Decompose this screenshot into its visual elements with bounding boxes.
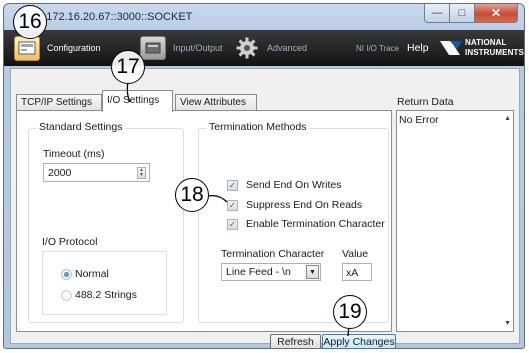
window-title: 0::172.16.20.67::3000::SOCKET [34, 11, 193, 23]
input-output-icon [140, 36, 166, 60]
send-end-label: Send End On Writes [246, 179, 342, 191]
title-bar: 0::172.16.20.67::3000::SOCKET — □ ✕ [4, 4, 524, 30]
suppress-end-checkbox[interactable]: ✓ Suppress End On Reads [227, 199, 362, 211]
callout-18: 18 [175, 178, 209, 212]
termination-value-input[interactable]: xA [342, 263, 372, 281]
app-window: 0::172.16.20.67::3000::SOCKET — □ ✕ Conf… [3, 3, 525, 349]
help-button[interactable]: Help [407, 30, 429, 66]
io-protocol-label: I/O Protocol [42, 236, 98, 248]
protocol-normal-label: Normal [75, 268, 109, 280]
termination-value: xA [346, 267, 359, 279]
chevron-down-icon: ▼ [306, 265, 319, 279]
checkmark-icon: ✓ [227, 218, 238, 230]
brand-line-1: NATIONAL [465, 38, 507, 47]
content-area: TCP/IP Settings I/O Settings View Attrib… [10, 68, 520, 348]
protocol-488-label: 488.2 Strings [75, 289, 137, 301]
timeout-input[interactable]: 2000 ▲ ▼ [43, 163, 150, 182]
ni-io-trace-label: NI I/O Trace [356, 43, 400, 53]
scroll-up-icon[interactable]: ▲ [504, 115, 511, 122]
ni-io-trace-button[interactable]: NI I/O Trace [356, 30, 399, 66]
tab-tcpip-settings[interactable]: TCP/IP Settings [16, 94, 102, 111]
close-button[interactable]: ✕ [475, 4, 518, 23]
callout-16: 16 [13, 5, 47, 39]
return-data-label: Return Data [397, 96, 454, 108]
suppress-end-label: Suppress End On Reads [246, 199, 363, 211]
timeout-value: 2000 [48, 167, 72, 179]
callout-18-pointer [207, 194, 228, 203]
io-protocol-box: Normal 488.2 Strings [42, 251, 167, 315]
protocol-normal-radio[interactable]: Normal [61, 268, 109, 280]
apply-changes-button[interactable]: Apply Changes [322, 334, 396, 348]
return-data-value: No Error [399, 114, 439, 126]
protocol-488-radio[interactable]: 488.2 Strings [61, 289, 137, 301]
brand-line-2: INSTRUMENTS [465, 48, 524, 57]
radio-selected-icon [61, 268, 72, 280]
callout-17: 17 [111, 50, 145, 84]
enable-termchar-checkbox[interactable]: ✓ Enable Termination Character [227, 218, 385, 230]
enable-termchar-label: Enable Termination Character [246, 218, 385, 230]
advanced-label: Advanced [267, 43, 308, 53]
termination-character-label: Termination Character [221, 248, 325, 260]
tab-view-attributes[interactable]: View Attributes [175, 94, 257, 111]
termination-methods-title: Termination Methods [206, 121, 310, 133]
configuration-label: Configuration [47, 43, 101, 53]
checkmark-icon: ✓ [227, 179, 238, 191]
national-instruments-logo: NATIONAL INSTRUMENTS [438, 35, 524, 63]
radio-unselected-icon [61, 289, 72, 301]
minimize-button[interactable]: — [424, 4, 450, 23]
termination-character-value: Line Feed - \n [226, 266, 291, 278]
advanced-tab-button[interactable]: Advanced [234, 30, 307, 66]
input-output-label: Input/Output [173, 43, 223, 53]
refresh-button[interactable]: Refresh [270, 334, 321, 348]
input-output-tab-button[interactable]: Input/Output [140, 30, 223, 66]
help-label: Help [407, 42, 429, 54]
minimize-icon: — [431, 7, 443, 19]
return-data-box[interactable]: No Error ▲ ▼ [396, 110, 514, 332]
window-controls: — □ ✕ [424, 4, 518, 24]
standard-settings-group: Standard Settings Timeout (ms) 2000 ▲ ▼ I… [28, 121, 184, 323]
timeout-spinner[interactable]: ▲ ▼ [137, 167, 146, 179]
scroll-down-icon[interactable]: ▼ [504, 320, 511, 327]
timeout-label: Timeout (ms) [43, 148, 105, 160]
maximize-button[interactable]: □ [450, 4, 475, 23]
close-icon: ✕ [490, 6, 502, 20]
termination-character-select[interactable]: Line Feed - \n ▼ [221, 263, 321, 281]
toolbar: Configuration Input/Output Advanced NI I… [4, 30, 524, 66]
configuration-icon [14, 35, 40, 61]
send-end-checkbox[interactable]: ✓ Send End On Writes [227, 179, 342, 191]
standard-settings-title: Standard Settings [36, 121, 126, 133]
termination-methods-group: Termination Methods ✓ Send End On Writes… [198, 121, 389, 323]
advanced-gear-icon [234, 36, 260, 60]
io-settings-panel: Standard Settings Timeout (ms) 2000 ▲ ▼ I… [16, 110, 392, 332]
maximize-icon: □ [458, 7, 466, 19]
value-label: Value [342, 248, 369, 260]
tab-io-settings[interactable]: I/O Settings [102, 90, 173, 112]
callout-19: 19 [333, 295, 367, 329]
